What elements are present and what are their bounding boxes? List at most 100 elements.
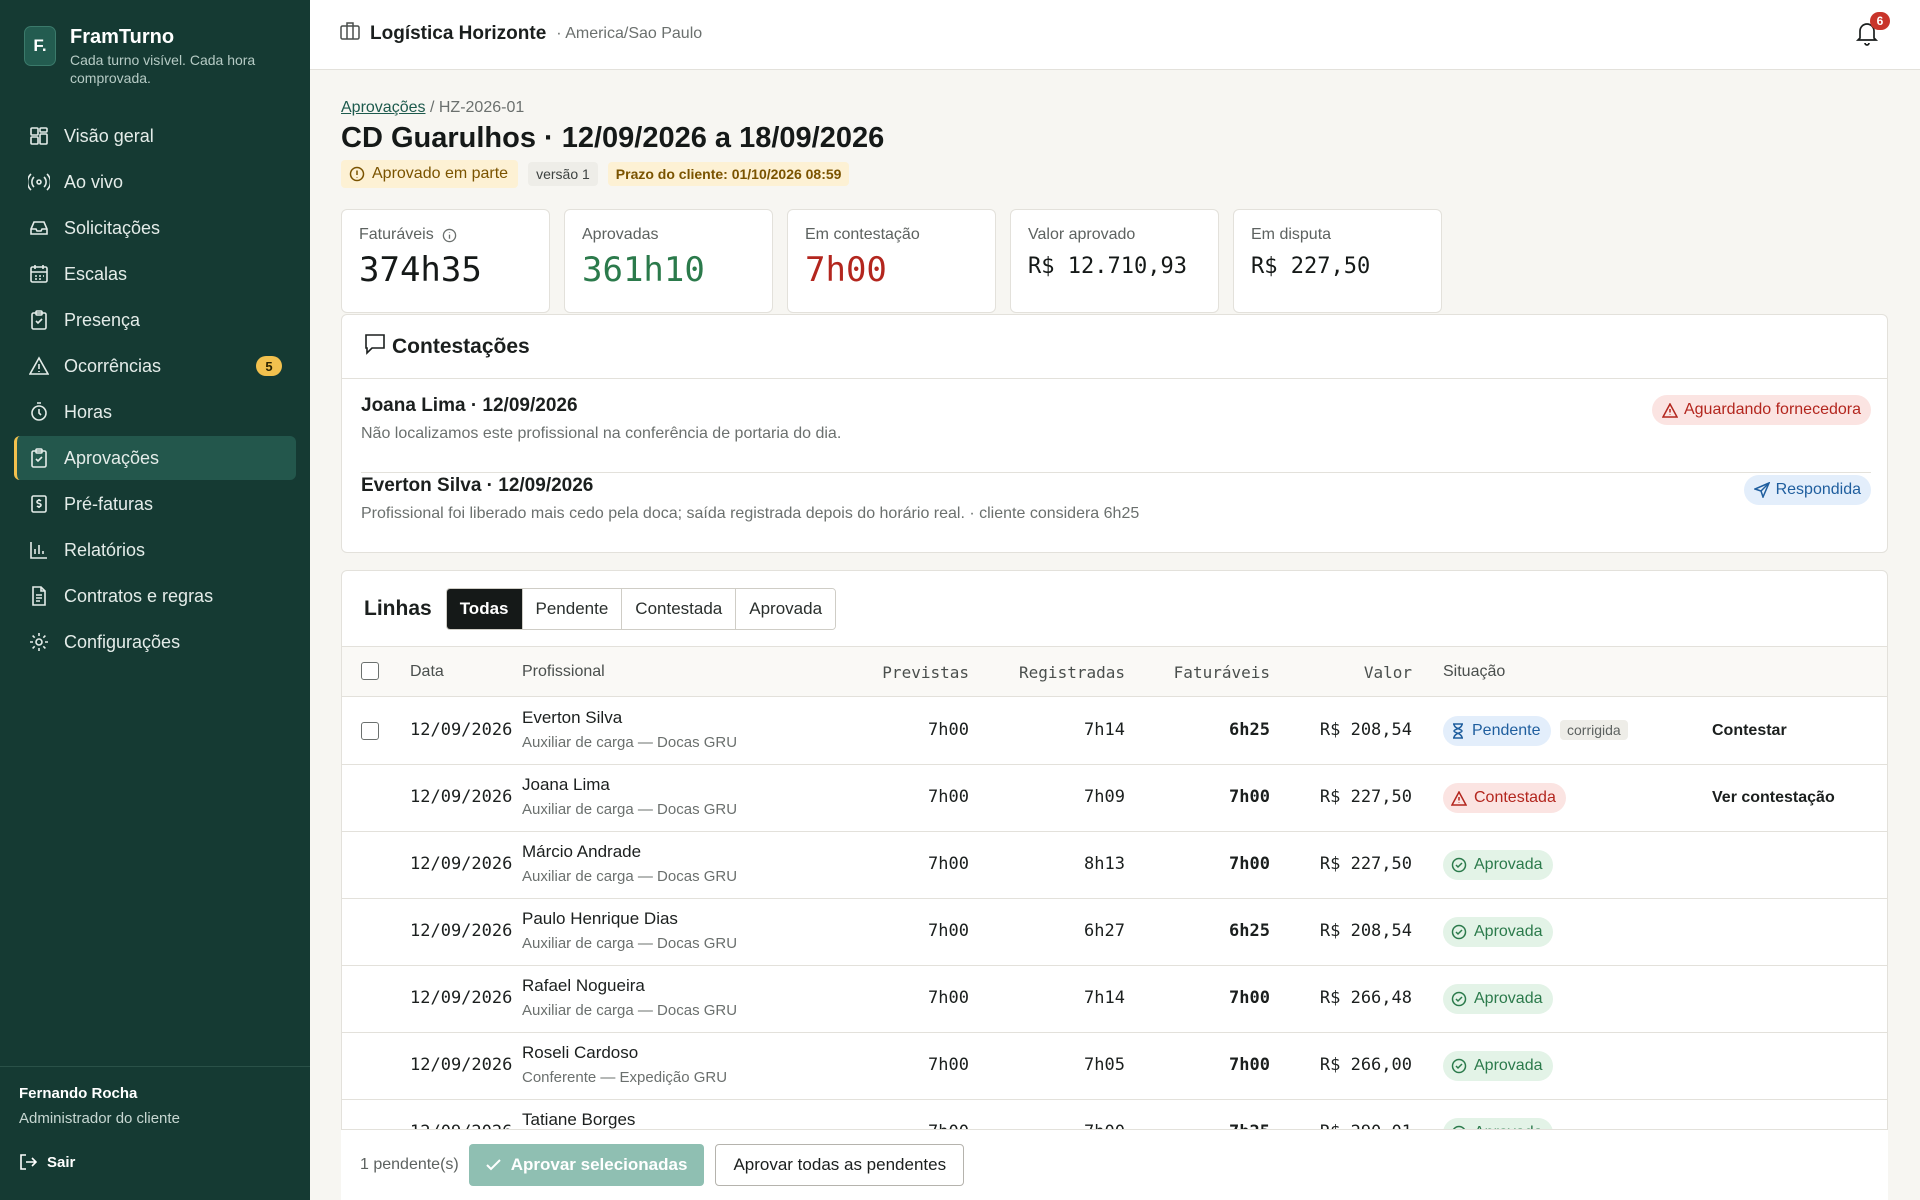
select-all-checkbox[interactable] [361,662,379,680]
org-name: Logística Horizonte [370,22,547,44]
table-row[interactable]: 12/09/2026 Joana Lima Auxiliar de carga … [342,765,1887,832]
row-previstas: 7h00 [928,854,969,874]
row-registradas: 7h14 [1084,988,1125,1008]
row-date: 12/09/2026 [410,921,513,941]
col-data[interactable]: Data [410,663,444,681]
table-row[interactable]: 12/09/2026 Everton Silva Auxiliar de car… [342,698,1887,765]
row-status-badge: Aprovada [1443,917,1553,947]
sidebar-item-label: Relatórios [64,539,146,560]
kpi-label: Valor aprovado [1028,226,1136,243]
table-row[interactable]: 12/09/2026 Paulo Henrique Dias Auxiliar … [342,899,1887,966]
kpi-faturaveis: Faturáveis 374h35 [341,209,550,313]
kpi-label: Faturáveis [359,226,434,243]
sidebar-item-contratos[interactable]: Contratos e regras [14,574,296,618]
org-switcher[interactable]: Logística Horizonte · America/Sao Paulo [340,22,702,45]
row-status-badge: Contestada [1443,783,1566,813]
sidebar-item-label: Solicitações [64,217,161,238]
gear-icon [28,631,50,653]
col-registradas[interactable]: Registradas [1019,663,1125,682]
col-situacao[interactable]: Situação [1443,663,1505,681]
approve-all-pending-button[interactable]: Aprovar todas as pendentes [715,1144,965,1186]
approve-all-label: Aprovar todas as pendentes [733,1155,947,1174]
row-faturaveis: 7h00 [1229,787,1270,807]
lines-card: Linhas Todas Pendente Contestada Aprovad… [341,570,1888,1200]
brand[interactable]: F. FramTurno Cada turno visível. Cada ho… [24,26,280,87]
sidebar-item-label: Ao vivo [64,171,124,192]
check-circle-icon [1451,924,1467,940]
sidebar-item-relatorios[interactable]: Relatórios [14,528,296,572]
col-previstas[interactable]: Previstas [882,663,969,682]
page-title: CD Guarulhos · 12/09/2026 a 18/09/2026 [341,122,885,154]
sidebar-item-escalas[interactable]: Escalas [14,252,296,296]
table-row[interactable]: 12/09/2026 Roseli Cardoso Conferente — E… [342,1033,1887,1100]
row-name: Rafael Nogueira [522,976,645,995]
dispute-status-badge: Respondida [1743,475,1871,505]
sidebar: F. FramTurno Cada turno visível. Cada ho… [0,0,310,1200]
sidebar-item-horas[interactable]: Horas [14,390,296,434]
warning-icon [1661,402,1678,418]
row-faturaveis: 7h00 [1229,988,1270,1008]
ocorrencias-count-badge: 5 [256,356,282,376]
row-valor: R$ 266,48 [1319,988,1412,1008]
breadcrumb: Aprovações / HZ-2026-01 [341,99,524,117]
dispute-item[interactable]: Joana Lima · 12/09/2026 Não localizamos … [361,395,1871,473]
warning-icon [1451,790,1467,806]
row-name: Paulo Henrique Dias [522,909,678,928]
clipboard-icon [28,309,50,331]
contest-button[interactable]: Contestar [1712,722,1787,740]
dispute-status-badge: Aguardando fornecedora [1651,395,1871,425]
row-name: Joana Lima [522,775,610,794]
table-row[interactable]: 12/09/2026 Márcio Andrade Auxiliar de ca… [342,832,1887,899]
row-date: 12/09/2026 [410,988,513,1008]
filter-aprovada[interactable]: Aprovada [736,588,836,629]
sidebar-item-ao-vivo[interactable]: Ao vivo [14,160,296,204]
row-registradas: 8h13 [1084,854,1125,874]
sidebar-item-visao-geral[interactable]: Visão geral [14,114,296,158]
kpi-row: Faturáveis 374h35 Aprovadas 361h10 Em co… [341,209,1456,313]
row-status-label: Aprovada [1474,923,1543,940]
col-valor[interactable]: Valor [1364,663,1412,682]
sidebar-item-ocorrencias[interactable]: Ocorrências 5 [14,344,296,388]
row-checkbox[interactable] [361,722,379,740]
row-role: Auxiliar de carga — Docas GRU [522,734,738,751]
view-dispute-button[interactable]: Ver contestação [1712,789,1835,807]
col-faturaveis[interactable]: Faturáveis [1174,663,1270,682]
filter-pendente[interactable]: Pendente [522,588,623,629]
filter-contestada[interactable]: Contestada [622,588,737,629]
sidebar-item-pre-faturas[interactable]: Pré-faturas [14,482,296,526]
row-faturaveis: 7h00 [1229,854,1270,874]
breadcrumb-separator: / [429,99,435,116]
kpi-value: R$ 12.710,93 [1028,254,1187,279]
breadcrumb-link-aprovacoes[interactable]: Aprovações [341,99,426,116]
status-label: Aprovado em parte [372,165,509,182]
row-status-badge: Pendente [1443,716,1551,746]
sidebar-item-solicitacoes[interactable]: Solicitações [14,206,296,250]
approve-selected-button[interactable]: Aprovar selecionadas [468,1144,705,1186]
sidebar-item-presenca[interactable]: Presença [14,298,296,342]
table-row[interactable]: 12/09/2026 Rafael Nogueira Auxiliar de c… [342,966,1887,1033]
clipboard-check-icon [28,447,50,469]
kpi-aprovadas: Aprovadas 361h10 [564,209,773,313]
logout-label: Sair [47,1153,76,1171]
kpi-valor-aprovado: Valor aprovado R$ 12.710,93 [1010,209,1219,313]
col-profissional[interactable]: Profissional [522,663,605,681]
row-valor: R$ 208,54 [1319,921,1412,941]
kpi-label: Em disputa [1251,226,1332,243]
logout-button[interactable]: Sair [19,1153,75,1171]
info-icon[interactable] [442,228,457,243]
dispute-text: Não localizamos este profissional na con… [361,425,842,442]
row-previstas: 7h00 [928,720,969,740]
sidebar-item-configuracoes[interactable]: Configurações [14,620,296,664]
sidebar-nav: Visão geral Ao vivo Solicitações Escalas… [14,114,296,666]
kpi-value: R$ 227,50 [1251,254,1371,279]
chat-bubble-icon [364,333,386,360]
sidebar-footer: Fernando Rocha Administrador do cliente … [0,1066,310,1200]
status-badge: Aprovado em parte [341,160,519,188]
filter-todas[interactable]: Todas [446,588,523,629]
row-previstas: 7h00 [928,787,969,807]
sidebar-item-aprovacoes[interactable]: Aprovações [14,436,296,480]
row-role: Auxiliar de carga — Docas GRU [522,801,738,818]
row-status-label: Aprovada [1474,856,1543,873]
kpi-value: 7h00 [805,250,887,290]
row-role: Auxiliar de carga — Docas GRU [522,868,738,885]
